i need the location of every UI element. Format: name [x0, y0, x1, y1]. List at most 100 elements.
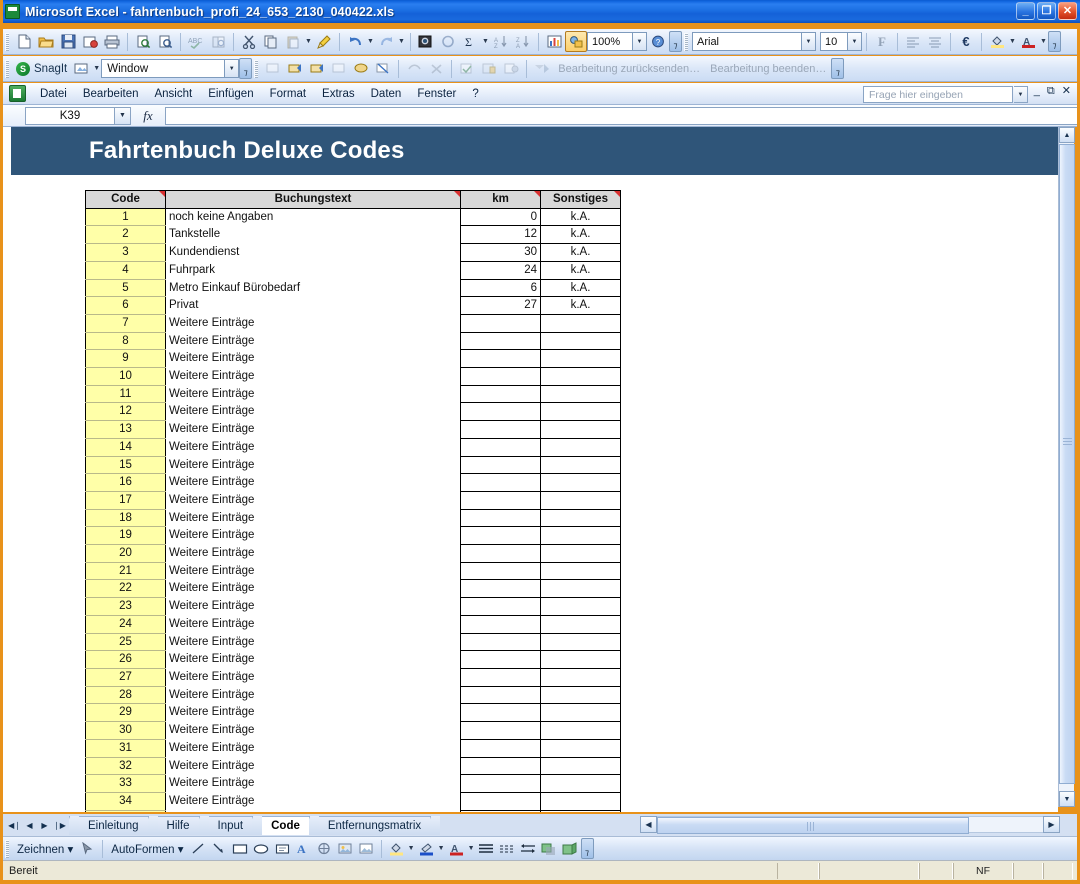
cell-km[interactable]: 27: [460, 296, 541, 315]
cell-km[interactable]: [460, 420, 541, 439]
cell-code[interactable]: 6: [85, 296, 166, 315]
drawing-toolbar-grip[interactable]: [5, 839, 9, 858]
table-row[interactable]: 5 Metro Einkauf Bürobedarf 6 k.A.: [85, 278, 621, 298]
table-row[interactable]: 23 Weitere Einträge: [85, 597, 621, 616]
cell-buchungstext[interactable]: Weitere Einträge: [165, 721, 461, 740]
cell-sonstiges[interactable]: [540, 738, 621, 758]
toolbar-overflow-button[interactable]: ⁊: [669, 31, 682, 52]
table-row[interactable]: 14 Weitere Einträge: [85, 437, 621, 457]
cell-sonstiges[interactable]: [540, 367, 621, 386]
cell-sonstiges[interactable]: [540, 526, 621, 546]
cell-buchungstext[interactable]: Kundendienst: [165, 243, 461, 262]
formatting-toolbar-grip[interactable]: [684, 32, 688, 51]
document-restore-button[interactable]: ⧉: [1047, 86, 1055, 97]
cell-buchungstext[interactable]: Weitere Einträge: [165, 633, 461, 651]
maximize-button[interactable]: ❐: [1037, 2, 1056, 20]
cell-sonstiges[interactable]: [540, 756, 621, 776]
drawing-overflow-button[interactable]: ⁊: [580, 838, 594, 859]
cell-sonstiges[interactable]: k.A.: [540, 225, 621, 245]
document-close-button[interactable]: ✕: [1062, 86, 1071, 97]
review-overflow-button[interactable]: ⁊: [831, 58, 845, 79]
cell-km[interactable]: [460, 650, 541, 669]
ask-a-question-input[interactable]: Frage hier eingeben: [863, 86, 1013, 103]
line-icon[interactable]: [188, 839, 209, 859]
menu-item-fenster[interactable]: Fenster: [409, 86, 464, 102]
cell-code[interactable]: 16: [85, 473, 166, 492]
select-arrow-icon[interactable]: [77, 839, 98, 859]
snagit-toolbar-grip[interactable]: [5, 59, 9, 78]
align-left-icon[interactable]: [902, 31, 924, 52]
font-name-input[interactable]: Arial: [692, 32, 802, 51]
table-row[interactable]: 31 Weitere Einträge: [85, 738, 621, 758]
cell-km[interactable]: [460, 402, 541, 422]
sheet-tab-einleitung[interactable]: Einleitung: [79, 816, 148, 835]
cell-code[interactable]: 13: [85, 420, 166, 439]
table-row[interactable]: 35Weitere Einträge: [85, 809, 621, 812]
cell-km[interactable]: [460, 791, 541, 811]
cell-code[interactable]: 28: [85, 685, 166, 705]
shadow-style-icon[interactable]: [539, 839, 560, 859]
cell-km[interactable]: [460, 597, 541, 616]
cell-code[interactable]: 9: [85, 349, 166, 369]
scroll-down-arrow-icon[interactable]: ▼: [1059, 791, 1075, 807]
cell-km[interactable]: [460, 384, 541, 404]
table-row[interactable]: 20 Weitere Einträge: [85, 544, 621, 563]
menu-item-hilfe[interactable]: ?: [464, 86, 486, 102]
cell-sonstiges[interactable]: k.A.: [540, 278, 621, 298]
zoom-dropdown-caret[interactable]: ▼: [633, 32, 647, 51]
cell-km[interactable]: [460, 809, 541, 812]
table-row[interactable]: 11 Weitere Einträge: [85, 384, 621, 404]
table-row[interactable]: 26 Weitere Einträge: [85, 650, 621, 669]
cell-sonstiges[interactable]: [540, 508, 621, 528]
open-folder-icon[interactable]: [35, 31, 57, 52]
cell-buchungstext[interactable]: Weitere Einträge: [165, 650, 461, 669]
cell-sonstiges[interactable]: [540, 809, 621, 812]
cut-icon[interactable]: [238, 31, 260, 52]
delete-comment-icon[interactable]: [372, 58, 394, 79]
table-row[interactable]: 6 Privat 27 k.A.: [85, 296, 621, 315]
formula-input[interactable]: [165, 106, 1077, 125]
new-document-icon[interactable]: [13, 31, 35, 52]
sheet-tab-code[interactable]: Code: [262, 816, 309, 835]
ask-a-question-caret[interactable]: ▼: [1014, 86, 1028, 103]
table-row[interactable]: 3 Kundendienst 30 k.A.: [85, 243, 621, 262]
clipart-icon[interactable]: [335, 839, 356, 859]
cell-buchungstext[interactable]: Weitere Einträge: [165, 597, 461, 616]
scroll-up-arrow-icon[interactable]: ▲: [1059, 127, 1075, 143]
paste-dropdown-caret[interactable]: ▼: [304, 31, 313, 52]
table-row[interactable]: 18 Weitere Einträge: [85, 508, 621, 528]
review-toolbar-grip[interactable]: [254, 59, 259, 78]
menu-item-extras[interactable]: Extras: [314, 86, 363, 102]
cell-code[interactable]: 1: [85, 207, 166, 227]
cell-km[interactable]: [460, 455, 541, 475]
line-style-icon[interactable]: [476, 839, 497, 859]
cell-km[interactable]: [460, 774, 541, 793]
cell-sonstiges[interactable]: k.A.: [540, 260, 621, 280]
table-row[interactable]: 27 Weitere Einträge: [85, 667, 621, 687]
formatting-overflow-button[interactable]: ⁊: [1048, 31, 1061, 52]
cell-buchungstext[interactable]: Fuhrpark: [165, 261, 461, 280]
cell-code[interactable]: 35: [85, 809, 166, 812]
cell-buchungstext[interactable]: Weitere Einträge: [165, 402, 461, 421]
arrow-style-icon[interactable]: [518, 839, 539, 859]
search-icon[interactable]: [154, 31, 176, 52]
snagit-mode-input[interactable]: Window: [101, 59, 226, 78]
sheet-nav-first-icon[interactable]: ◀❘: [7, 817, 22, 833]
autoshapes-menu-button[interactable]: AutoFormen ▾: [107, 842, 187, 856]
font-color-dropdown-caret[interactable]: ▼: [467, 838, 476, 859]
minimize-button[interactable]: _: [1016, 2, 1035, 20]
snagit-mode-caret[interactable]: ▼: [225, 59, 240, 78]
print-preview-icon[interactable]: [132, 31, 154, 52]
cell-km[interactable]: 12: [460, 225, 541, 245]
accept-change-icon[interactable]: [456, 58, 478, 79]
sheet-tab-input[interactable]: Input: [208, 816, 253, 835]
table-row[interactable]: 12 Weitere Einträge: [85, 402, 621, 422]
menu-item-ansicht[interactable]: Ansicht: [146, 86, 200, 102]
table-row[interactable]: 28 Weitere Einträge: [85, 685, 621, 705]
cell-buchungstext[interactable]: noch keine Angaben: [165, 208, 461, 226]
cell-buchungstext[interactable]: Weitere Einträge: [165, 367, 461, 386]
menu-item-format[interactable]: Format: [262, 86, 314, 102]
diagram-icon[interactable]: [314, 839, 335, 859]
cell-code[interactable]: 12: [85, 402, 166, 422]
track-changes-icon[interactable]: [403, 58, 425, 79]
